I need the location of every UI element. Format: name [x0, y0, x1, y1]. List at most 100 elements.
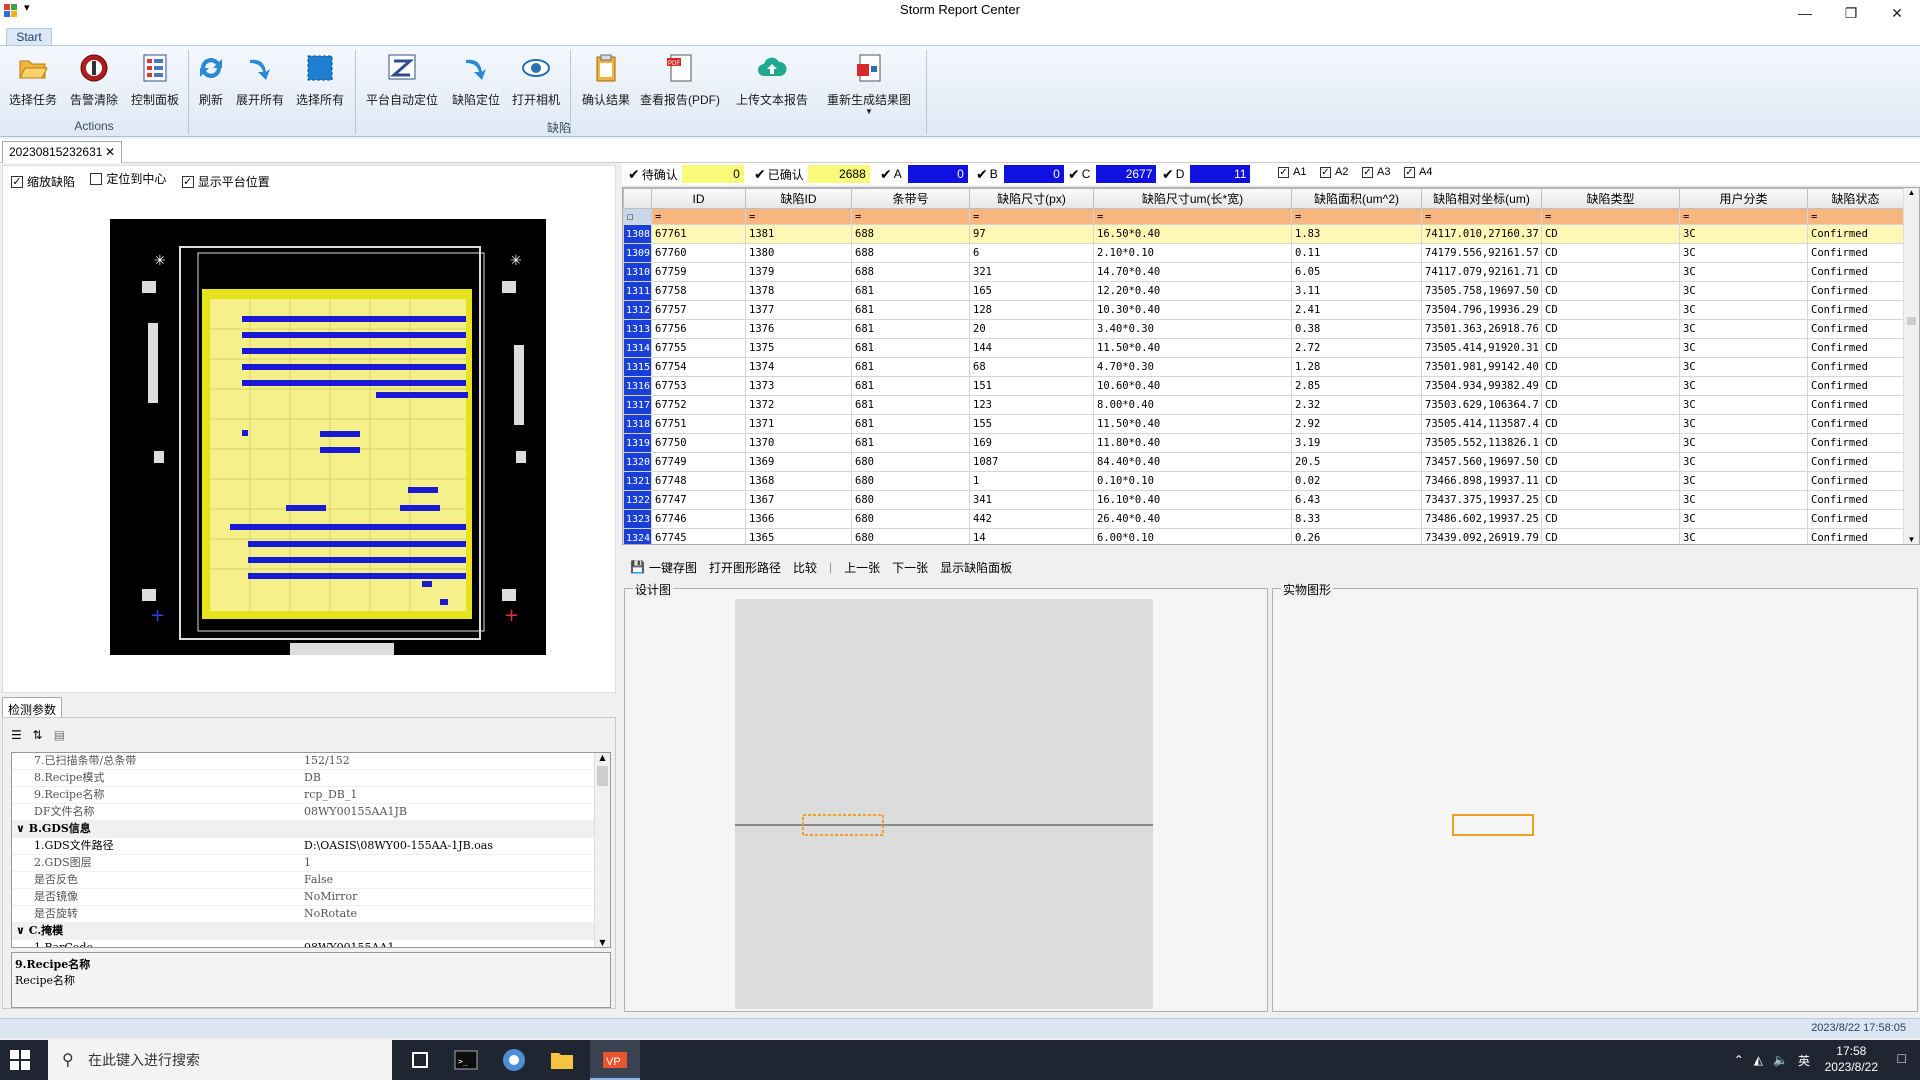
- show-defect-panel-button[interactable]: 显示缺陷面板: [940, 559, 1012, 576]
- actual-image[interactable]: [1273, 599, 1917, 1009]
- row-number[interactable]: 1319: [623, 433, 652, 453]
- property-row[interactable]: 是否镜像 NoMirror: [12, 889, 610, 906]
- categorized-icon[interactable]: ☰: [11, 728, 29, 742]
- refresh-button[interactable]: 刷新: [194, 52, 228, 108]
- select-all-button[interactable]: 选择所有: [294, 52, 346, 108]
- tray-expand-icon[interactable]: ⌃: [1734, 1053, 1744, 1067]
- column-header[interactable]: 缺陷相对坐标(um): [1421, 188, 1542, 209]
- filter-cell[interactable]: =: [1807, 208, 1904, 225]
- row-number[interactable]: 1308: [623, 224, 652, 244]
- row-number[interactable]: 1322: [623, 490, 652, 510]
- compare-button[interactable]: 比较: [793, 559, 817, 576]
- taskbar-clock[interactable]: 17:58 2023/8/22: [1825, 1043, 1878, 1075]
- filter-cell[interactable]: =: [851, 208, 970, 225]
- browser-icon[interactable]: [498, 1044, 530, 1076]
- column-header[interactable]: ID: [651, 188, 746, 209]
- tab-detection-params[interactable]: 检测参数: [2, 697, 62, 717]
- center-locate-checkbox[interactable]: 定位到中心: [90, 170, 166, 187]
- defect-table[interactable]: ID 缺陷ID 条带号 缺陷尺寸(px) 缺陷尺寸um(长*宽) 缺陷面积(um^2) 缺陷…: [622, 187, 1920, 545]
- design-image[interactable]: [735, 599, 1153, 1009]
- expand-all-button[interactable]: 展开所有: [234, 52, 286, 108]
- property-row[interactable]: DF文件名称 08WY00155AA1JB: [12, 804, 610, 821]
- filter-cell[interactable]: =: [1291, 208, 1422, 225]
- row-number[interactable]: 1318: [623, 414, 652, 434]
- sort-az-icon[interactable]: ⇅: [32, 728, 50, 742]
- property-row[interactable]: 8.Recipe模式 DB: [12, 770, 610, 787]
- tab-start[interactable]: Start: [6, 28, 52, 46]
- property-row[interactable]: 2.GDS图层 1: [12, 855, 610, 872]
- terminal-icon[interactable]: >_: [450, 1044, 482, 1076]
- property-category[interactable]: ∨ C.掩模: [12, 923, 610, 940]
- close-tab-icon[interactable]: ✕: [105, 145, 115, 159]
- filter-a[interactable]: ✔ A 0: [880, 163, 968, 185]
- row-number[interactable]: 1317: [623, 395, 652, 415]
- restore-button[interactable]: ❐: [1828, 0, 1874, 28]
- notification-icon[interactable]: □: [1898, 1050, 1906, 1066]
- table-row[interactable]: 1313 67756 1376 681 20 3.40*0.30 0.38 73501.363…: [623, 319, 1904, 339]
- table-row[interactable]: 1310 67759 1379 688 321 14.70*0.40 6.05 74117.0…: [623, 262, 1904, 282]
- mask-map[interactable]: ✳ ✳ + +: [110, 219, 546, 655]
- column-header[interactable]: 缺陷ID: [745, 188, 852, 209]
- regenerate-result-image-button[interactable]: 重新生成结果图 ▼: [822, 52, 916, 116]
- filter-a3-checkbox[interactable]: ✓ A3: [1362, 166, 1390, 178]
- property-row[interactable]: 是否旋转 NoRotate: [12, 906, 610, 923]
- filter-row[interactable]: ☐ = = = = = = = = = =: [623, 208, 1904, 225]
- defect-locate-button[interactable]: 缺陷定位: [450, 52, 502, 108]
- filter-cell[interactable]: =: [1421, 208, 1542, 225]
- table-row[interactable]: 1308 67761 1381 688 97 16.50*0.40 1.83 74117.01…: [623, 224, 1904, 244]
- clear-alarm-button[interactable]: 告警清除: [66, 52, 122, 108]
- column-header[interactable]: 缺陷状态: [1807, 188, 1904, 209]
- row-number[interactable]: 1312: [623, 300, 652, 320]
- column-header[interactable]: 缺陷尺寸um(长*宽): [1093, 188, 1292, 209]
- filter-b[interactable]: ✔ B 0: [976, 163, 1064, 185]
- row-number[interactable]: 1324: [623, 528, 652, 544]
- column-header[interactable]: 用户分类: [1679, 188, 1808, 209]
- table-row[interactable]: 1312 67757 1377 681 128 10.30*0.40 2.41 73504.7…: [623, 300, 1904, 320]
- table-row[interactable]: 1320 67749 1369 680 1087 84.40*0.40 20.5 73457.…: [623, 452, 1904, 472]
- table-row[interactable]: 1322 67747 1367 680 341 16.10*0.40 6.43 73437.3…: [623, 490, 1904, 510]
- table-row[interactable]: 1323 67746 1366 680 442 26.40*0.40 8.33 73486.6…: [623, 509, 1904, 529]
- next-button[interactable]: 下一张: [892, 559, 928, 576]
- scroll-thumb[interactable]: [597, 766, 608, 786]
- confirm-result-button[interactable]: 确认结果: [578, 52, 634, 108]
- row-number[interactable]: 1309: [623, 243, 652, 263]
- collapse-chevron-icon[interactable]: ∨: [16, 822, 29, 835]
- taskbar-search-box[interactable]: ⚲ 在此键入进行搜索: [48, 1040, 392, 1080]
- table-row[interactable]: 1318 67751 1371 681 155 11.50*0.40 2.92 73505.4…: [623, 414, 1904, 434]
- filter-cell[interactable]: =: [745, 208, 852, 225]
- select-task-button[interactable]: 选择任务: [8, 52, 58, 108]
- property-row[interactable]: 1.GDS文件路径 D:\OASIS\08WY00-155AA-1JB.oas: [12, 838, 610, 855]
- column-header[interactable]: 缺陷类型: [1541, 188, 1680, 209]
- zoom-defect-checkbox[interactable]: ✓ 缩放缺陷: [11, 173, 75, 190]
- property-category[interactable]: ∨ B.GDS信息: [12, 821, 610, 838]
- table-row[interactable]: 1321 67748 1368 680 1 0.10*0.10 0.02 73466.898,…: [623, 471, 1904, 491]
- ime-indicator[interactable]: 英: [1798, 1052, 1810, 1069]
- upload-text-report-button[interactable]: 上传文本报告: [732, 52, 812, 108]
- filter-cell[interactable]: =: [651, 208, 746, 225]
- filter-d[interactable]: ✔ D 11: [1162, 163, 1251, 185]
- previous-button[interactable]: 上一张: [844, 559, 880, 576]
- filter-cell[interactable]: =: [1093, 208, 1292, 225]
- property-pages-icon[interactable]: ▤: [54, 728, 72, 742]
- filter-edit-icon[interactable]: ☐: [623, 208, 652, 225]
- document-tab[interactable]: 20230815232631 ✕: [2, 141, 122, 163]
- row-number[interactable]: 1315: [623, 357, 652, 377]
- filter-a1-checkbox[interactable]: ✓ A1: [1278, 166, 1306, 178]
- windows-start-icon[interactable]: [10, 1050, 30, 1070]
- minimize-button[interactable]: —: [1782, 0, 1828, 28]
- table-row[interactable]: 1319 67750 1370 681 169 11.80*0.40 3.19 73505.5…: [623, 433, 1904, 453]
- network-icon[interactable]: ◭: [1754, 1053, 1763, 1067]
- property-scrollbar[interactable]: ▲ ▼: [594, 753, 610, 947]
- close-button[interactable]: ✕: [1874, 0, 1920, 28]
- row-number[interactable]: 1314: [623, 338, 652, 358]
- active-app-tab[interactable]: VP: [590, 1040, 640, 1080]
- table-row[interactable]: 1311 67758 1378 681 165 12.20*0.40 3.11 73505.7…: [623, 281, 1904, 301]
- property-grid[interactable]: 7.已扫描条带/总条带 152/152 8.Recipe模式 DB 9.Recipe名称…: [11, 752, 611, 948]
- filter-cell[interactable]: =: [1679, 208, 1808, 225]
- file-explorer-icon[interactable]: [546, 1044, 578, 1076]
- table-row[interactable]: 1317 67752 1372 681 123 8.00*0.40 2.32 73503.62…: [623, 395, 1904, 415]
- property-row[interactable]: 9.Recipe名称 rcp_DB_1: [12, 787, 610, 804]
- row-number[interactable]: 1316: [623, 376, 652, 396]
- save-image-button[interactable]: 一键存图: [649, 559, 697, 576]
- control-panel-button[interactable]: 控制面板: [128, 52, 182, 108]
